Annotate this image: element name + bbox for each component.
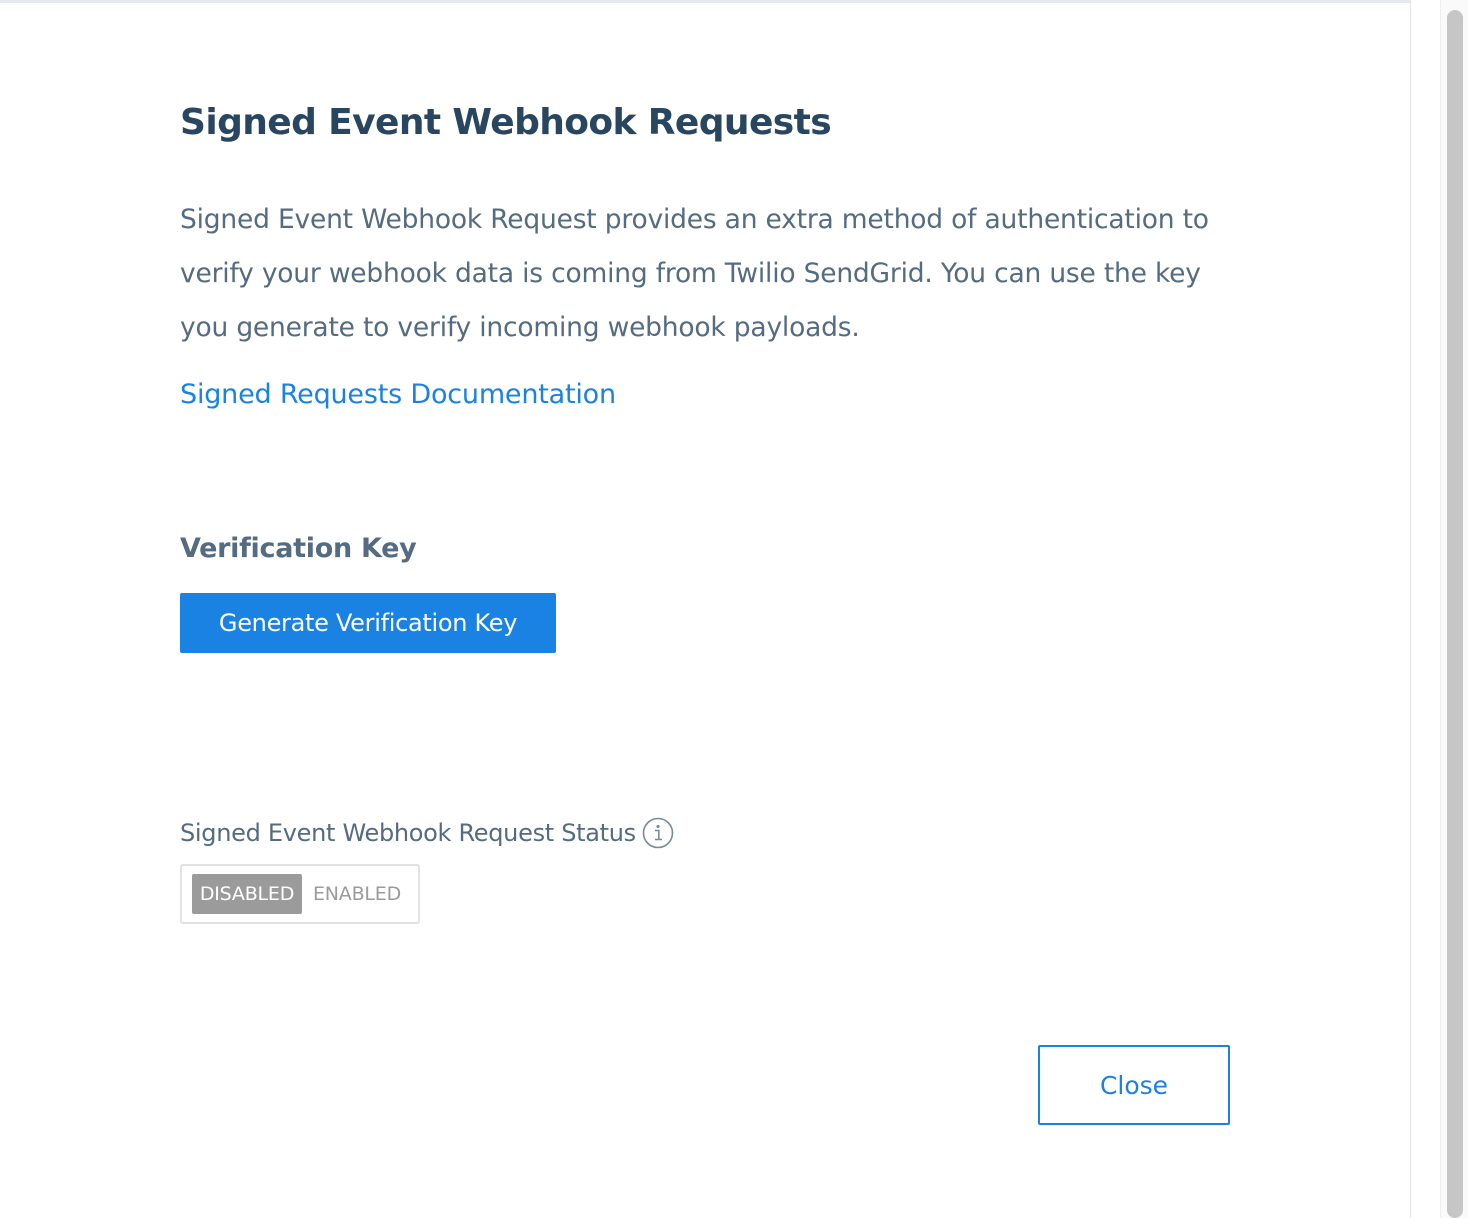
scrollbar-thumb[interactable] xyxy=(1447,10,1463,1218)
status-label: Signed Event Webhook Request Status xyxy=(180,819,636,847)
modal-description: Signed Event Webhook Request provides an… xyxy=(180,204,1209,343)
toggle-option-enabled[interactable]: ENABLED xyxy=(309,874,405,914)
toggle-option-disabled[interactable]: DISABLED xyxy=(192,874,302,914)
close-button[interactable]: Close xyxy=(1038,1045,1230,1125)
generate-verification-key-button[interactable]: Generate Verification Key xyxy=(180,593,556,653)
modal-title: Signed Event Webhook Requests xyxy=(180,102,832,143)
signed-webhook-modal: Signed Event Webhook Requests Signed Eve… xyxy=(0,3,1410,1218)
verification-key-heading: Verification Key xyxy=(180,533,417,564)
status-toggle[interactable]: DISABLED ENABLED xyxy=(180,864,420,924)
status-label-row: Signed Event Webhook Request Status xyxy=(180,815,674,851)
info-icon[interactable] xyxy=(642,817,674,849)
panel-divider xyxy=(1410,0,1411,1218)
signed-requests-documentation-link[interactable]: Signed Requests Documentation xyxy=(180,379,616,410)
